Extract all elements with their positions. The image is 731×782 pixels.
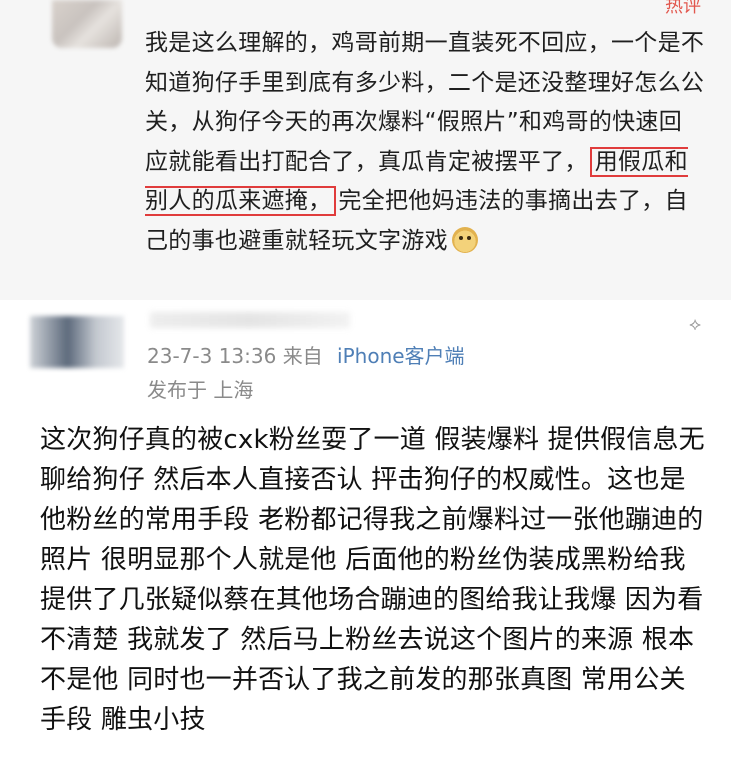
comment-text: 这次狗仔真的被cxk粉丝耍了一道 假装爆料 提供假信息无聊给狗仔 然后本人直接否… xyxy=(40,425,705,735)
avatar[interactable] xyxy=(30,316,124,368)
post-meta: 23-7-3 13:36 来自 iPhone客户端 xyxy=(147,340,465,369)
timestamp: 23-7-3 13:36 xyxy=(147,344,277,368)
hot-badge: 热评 xyxy=(665,0,701,17)
comment-card-1: 热评 我是这么理解的，鸡哥前期一直装死不回应，一个是不知道狗仔手里到底有多少料，… xyxy=(0,0,731,300)
more-icon[interactable]: ⟡ xyxy=(689,314,701,335)
comment-text: 我是这么理解的，鸡哥前期一直装死不回应，一个是不知道狗仔手里到底有多少料，二个是… xyxy=(145,24,705,261)
doge-emoji-icon xyxy=(451,226,478,253)
username-blurred[interactable] xyxy=(150,312,350,328)
from-label: 来自 xyxy=(282,344,323,368)
avatar[interactable] xyxy=(52,0,122,48)
location: 发布于 上海 xyxy=(147,378,254,402)
comment-card-2: ⟡ 23-7-3 13:36 来自 iPhone客户端 发布于 上海 这次狗仔真… xyxy=(0,300,731,782)
source-link[interactable]: iPhone客户端 xyxy=(337,344,465,368)
